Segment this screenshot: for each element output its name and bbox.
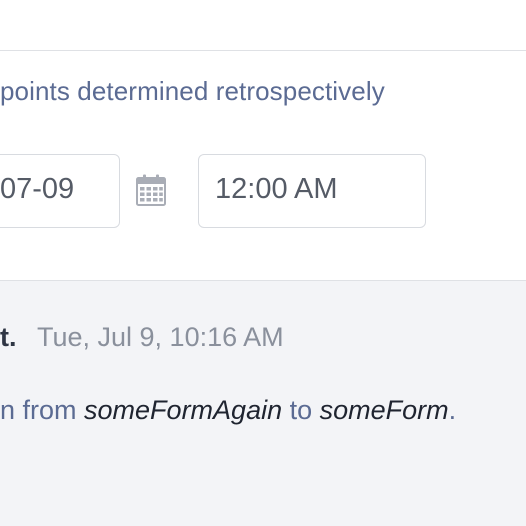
activity-timestamp: Tue, Jul 9, 10:16 AM — [37, 322, 284, 352]
time-input-value[interactable]: 12:00 AM — [215, 173, 338, 206]
calendar-icon[interactable] — [136, 174, 166, 206]
date-input-value[interactable]: 07-09 — [0, 173, 74, 206]
form-section: points determined retrospectively 07-09 … — [0, 0, 526, 280]
change-prefix: n from — [0, 395, 85, 425]
activity-change-description: n from someFormAgain to someForm. — [0, 395, 456, 426]
change-to-value: someForm — [319, 395, 449, 425]
change-from-value: someFormAgain — [84, 395, 283, 425]
activity-author: t. — [0, 322, 17, 352]
change-middle: to — [282, 395, 320, 425]
field-hint: points determined retrospectively — [0, 76, 385, 106]
section-divider — [0, 50, 526, 51]
change-suffix: . — [448, 395, 457, 425]
